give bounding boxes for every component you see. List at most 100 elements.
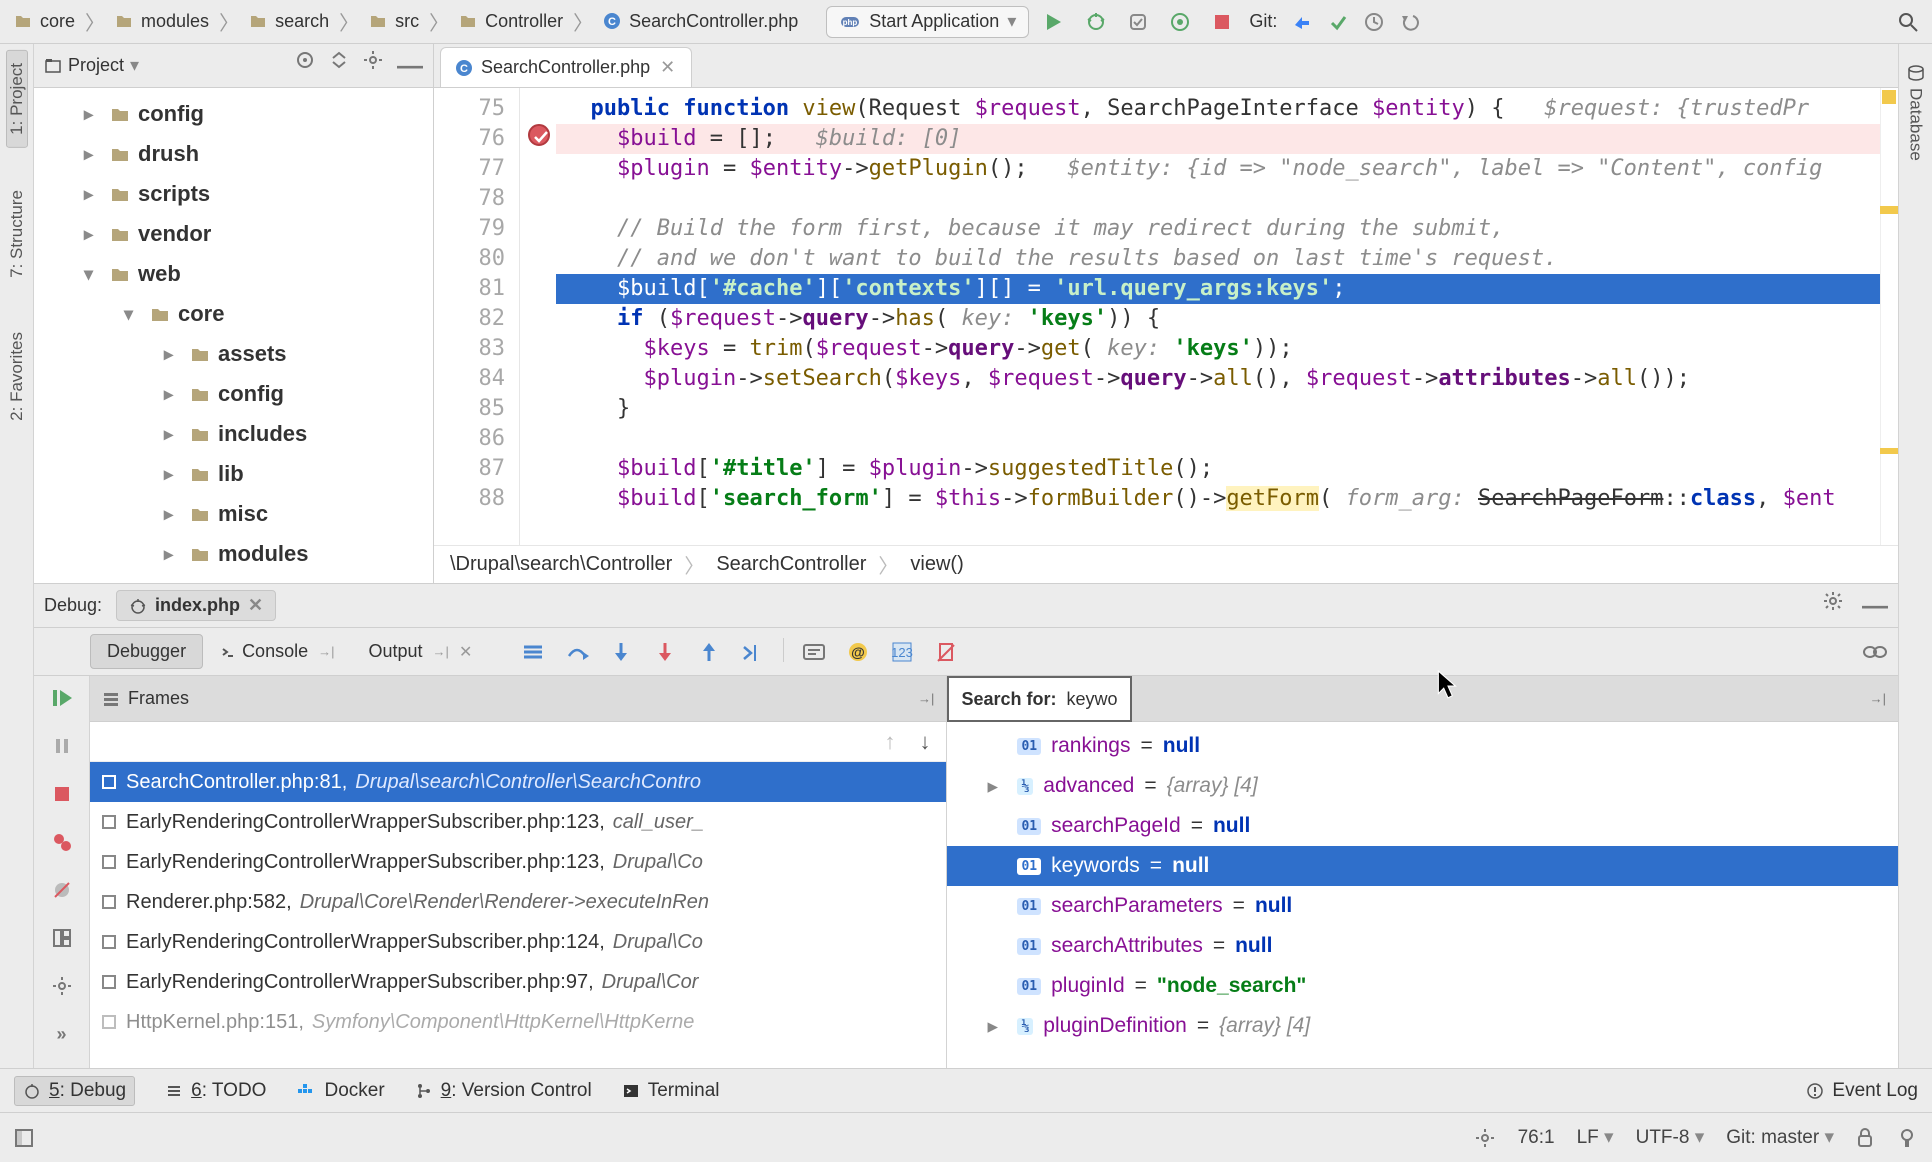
view-breakpoints-button[interactable] — [48, 828, 76, 856]
breakpoint-marker[interactable] — [528, 124, 550, 146]
line-separator[interactable]: LF — [1577, 1126, 1614, 1149]
project-view-selector[interactable]: Project▾ — [44, 55, 139, 76]
code-area[interactable]: public function view(Request $request, S… — [556, 88, 1880, 545]
expand-all-button[interactable] — [329, 50, 349, 81]
tool-windows-button[interactable] — [14, 1128, 34, 1148]
tree-item[interactable]: ▾web — [34, 254, 433, 294]
stack-frame[interactable]: EarlyRenderingControllerWrapperSubscribe… — [90, 802, 946, 842]
breadcrumb-item[interactable]: CSearchController.php — [595, 9, 806, 34]
run-config-selector[interactable]: php Start Application ▾ — [826, 6, 1029, 38]
run-button[interactable] — [1041, 9, 1067, 35]
tool-stripe-button[interactable]: 7: Structure — [7, 178, 27, 290]
processes-button[interactable] — [1474, 1127, 1496, 1149]
locate-button[interactable] — [295, 50, 315, 81]
tree-item[interactable]: ▸lib — [34, 454, 433, 494]
stack-frame[interactable]: Renderer.php:582, Drupal\Core\Render\Ren… — [90, 882, 946, 922]
hide-button[interactable]: — — [397, 50, 423, 81]
stack-frame[interactable]: EarlyRenderingControllerWrapperSubscribe… — [90, 962, 946, 1002]
breakpoint-gutter[interactable] — [520, 88, 556, 545]
breadcrumb-item[interactable]: Controller — [451, 9, 571, 34]
tree-item[interactable]: ▸modules — [34, 534, 433, 574]
layout-button[interactable] — [48, 924, 76, 952]
tree-item[interactable]: ▸drush — [34, 134, 433, 174]
variable-row[interactable]: 01 rankings = null — [947, 726, 1898, 766]
read-only-toggle[interactable] — [1856, 1128, 1874, 1148]
encoding[interactable]: UTF-8 — [1636, 1126, 1705, 1149]
tree-item[interactable]: ▸config — [34, 94, 433, 134]
variable-row[interactable]: 01 pluginId = "node_search" — [947, 966, 1898, 1006]
force-step-into-button[interactable] — [651, 638, 679, 666]
variable-row[interactable]: 01 searchPageId = null — [947, 806, 1898, 846]
profiler-button[interactable] — [1167, 9, 1193, 35]
debug-settings-button[interactable] — [1822, 590, 1844, 621]
breadcrumb-item[interactable]: core — [6, 9, 83, 34]
tree-item[interactable]: ▸vendor — [34, 214, 433, 254]
variable-row[interactable]: 01 searchParameters = null — [947, 886, 1898, 926]
caret-position[interactable]: 76:1 — [1518, 1127, 1555, 1149]
frame-prev-button[interactable]: ↑ — [884, 729, 895, 755]
event-log-button[interactable]: Event Log — [1806, 1080, 1918, 1102]
database-tool-button[interactable]: Database — [1906, 64, 1926, 161]
bottom-tool-button[interactable]: 6: TODO — [165, 1080, 266, 1102]
run-with-coverage-button[interactable] — [1125, 9, 1151, 35]
tree-item[interactable]: ▸assets — [34, 334, 433, 374]
more-button[interactable]: » — [48, 1020, 76, 1048]
debug-button[interactable] — [1083, 9, 1109, 35]
git-revert-button[interactable] — [1399, 11, 1421, 33]
variables-list[interactable]: 01 rankings = null▸⅓ advanced = {array} … — [947, 722, 1898, 1112]
run-to-cursor-button[interactable] — [739, 638, 767, 666]
debugger-tab[interactable]: Debugger — [90, 634, 203, 669]
stack-frame[interactable]: SearchController.php:81, Drupal\search\C… — [90, 762, 946, 802]
output-tab[interactable]: Output→|✕ — [352, 634, 490, 669]
stack-frame[interactable]: HttpKernel.php:151, Symfony\Component\Ht… — [90, 1002, 946, 1042]
show-execution-point-button[interactable] — [519, 638, 547, 666]
step-into-button[interactable] — [607, 638, 635, 666]
settings-button[interactable] — [363, 50, 383, 81]
tool-stripe-button[interactable]: 1: Project — [6, 50, 28, 148]
link-icon[interactable] — [1862, 643, 1888, 661]
mute-bp-button[interactable] — [48, 876, 76, 904]
debug-session-tab[interactable]: index.php ✕ — [116, 590, 276, 621]
toggle-breakpoints-button[interactable]: 123 — [888, 638, 916, 666]
inspector-icon[interactable] — [1896, 1127, 1918, 1149]
step-out-button[interactable] — [695, 638, 723, 666]
tree-item[interactable]: ▸includes — [34, 414, 433, 454]
editor-tab[interactable]: C SearchController.php ✕ — [440, 47, 692, 87]
breadcrumb-item[interactable]: search — [241, 9, 337, 34]
debugger-settings-button[interactable] — [48, 972, 76, 1000]
variable-row[interactable]: ▸⅓ pluginDefinition = {array} [4] — [947, 1006, 1898, 1046]
step-over-button[interactable] — [563, 638, 591, 666]
variable-row[interactable]: 01 keywords = null — [947, 846, 1898, 886]
close-session-button[interactable]: ✕ — [248, 595, 263, 616]
breadcrumb-item[interactable]: modules — [107, 9, 217, 34]
tree-item[interactable]: ▾core — [34, 294, 433, 334]
bottom-tool-button[interactable]: Docker — [296, 1080, 384, 1102]
console-tab[interactable]: Console→| — [203, 634, 351, 669]
bottom-tool-button[interactable]: 9: Version Control — [415, 1080, 592, 1102]
search-input[interactable]: keywo — [1066, 689, 1117, 710]
stack-frame[interactable]: EarlyRenderingControllerWrapperSubscribe… — [90, 842, 946, 882]
variable-row[interactable]: 01 searchAttributes = null — [947, 926, 1898, 966]
tree-item[interactable]: ▸scripts — [34, 174, 433, 214]
quick-evaluate-button[interactable]: @ — [844, 638, 872, 666]
mute-breakpoints-button[interactable] — [932, 638, 960, 666]
resume-button[interactable] — [48, 684, 76, 712]
git-history-button[interactable] — [1363, 11, 1385, 33]
tool-stripe-button[interactable]: 2: Favorites — [7, 320, 27, 433]
variable-row[interactable]: ▸⅓ advanced = {array} [4] — [947, 766, 1898, 806]
stop-button[interactable] — [1209, 9, 1235, 35]
close-output-button[interactable]: ✕ — [459, 642, 472, 662]
editor-breadcrumb[interactable]: \Drupal\search\Controller〉 SearchControl… — [434, 545, 1898, 583]
close-tab-button[interactable]: ✕ — [658, 57, 677, 78]
project-tree[interactable]: ▸config▸drush▸scripts▸vendor▾web▾core▸as… — [34, 88, 433, 583]
bottom-tool-button[interactable]: 5: Debug — [14, 1076, 135, 1106]
git-commit-button[interactable] — [1327, 11, 1349, 33]
git-update-button[interactable] — [1291, 11, 1313, 33]
error-stripe[interactable] — [1880, 88, 1898, 545]
tree-item[interactable]: ▸config — [34, 374, 433, 414]
bottom-tool-button[interactable]: Terminal — [622, 1080, 720, 1102]
breadcrumb-item[interactable]: src — [361, 9, 427, 34]
line-number-gutter[interactable]: 7576777879808182838485868788 — [434, 88, 520, 545]
frame-next-button[interactable]: ↓ — [919, 729, 930, 755]
search-everywhere-button[interactable] — [1896, 10, 1920, 34]
